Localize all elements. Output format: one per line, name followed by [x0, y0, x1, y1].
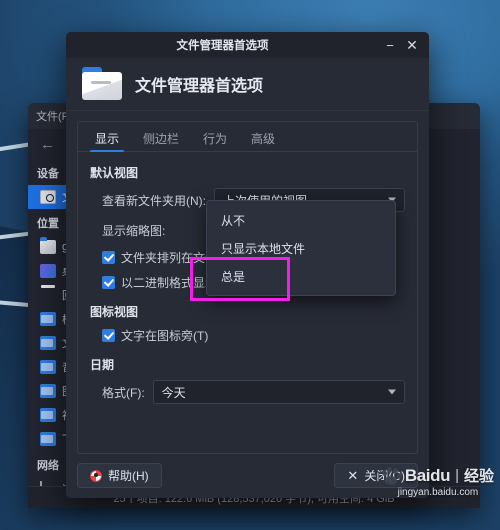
watermark-separator: | [455, 467, 459, 484]
combobox-value: 今天 [161, 385, 186, 400]
close-window-button[interactable]: ✕ [401, 34, 423, 56]
folder-icon [82, 67, 122, 100]
tab-advanced[interactable]: 高级 [240, 125, 286, 151]
section-title-default-view: 默认视图 [90, 166, 139, 180]
folder-blue-icon [40, 336, 56, 350]
text-beside-icons-checkbox[interactable] [102, 329, 115, 342]
folder-white-icon [40, 237, 56, 254]
section-title-icon-view: 图标视图 [90, 305, 139, 319]
date-format-combobox[interactable]: 今天 [152, 380, 405, 404]
field-label: 格式(F): [102, 385, 145, 400]
watermark-brand-cn: 经验 [463, 468, 494, 485]
page-title: 文件管理器首选项 [135, 77, 264, 95]
folder-blue-icon [40, 312, 56, 326]
help-button[interactable]: 帮助(H) [77, 463, 162, 488]
dialog-header: 文件管理器首选项 [66, 58, 429, 111]
field-label: 查看新文件夹用(N): [102, 193, 206, 208]
field-label: 显示缩略图: [102, 224, 166, 238]
disk-icon [40, 190, 56, 204]
field-date-format: 格式(F): 今天 [102, 380, 405, 404]
dropdown-option-always[interactable]: 总是 [207, 262, 395, 290]
watermark-url: jingyan.baidu.com [397, 487, 479, 498]
folders-first-checkbox[interactable] [102, 251, 115, 264]
dialog-titlebar[interactable]: 文件管理器首选项 − ✕ [66, 32, 429, 58]
x-icon: ✕ [347, 467, 359, 483]
dialog-title: 文件管理器首选项 [176, 40, 269, 52]
baidu-watermark: Baidu | 经验 jingyan.baidu.com [381, 465, 494, 498]
tab-bar[interactable]: 显示 侧边栏 行为 高级 [78, 122, 417, 152]
display-tab-panel: 默认视图 查看新文件夹用(N): 上次使用的视图 显示缩略图: 文件夹排列在文件 [78, 152, 417, 453]
tab-display[interactable]: 显示 [84, 125, 130, 152]
tab-behavior[interactable]: 行为 [192, 125, 238, 151]
watermark-brand: Baidu [404, 465, 451, 485]
folder-blue-icon [40, 432, 56, 446]
folder-blue-icon [40, 384, 56, 398]
chevron-down-icon [388, 389, 396, 395]
binary-format-checkbox[interactable] [102, 276, 115, 289]
minimize-button[interactable]: − [379, 34, 401, 56]
checkbox-label: 文字在图标旁(T) [121, 329, 209, 343]
folder-blue-icon [40, 360, 56, 374]
folder-purple-icon [40, 264, 56, 278]
help-button-label: 帮助(H) [108, 469, 149, 483]
checkbox-label: 文件夹排列在文件 [121, 251, 218, 265]
folder-blue-icon [40, 408, 56, 422]
dropdown-option-never[interactable]: 从不 [207, 206, 395, 234]
checkbox-label: 以二进制格式显示 [121, 276, 218, 290]
dropdown-option-local-only[interactable]: 只显示本地文件 [207, 234, 395, 262]
paw-icon [381, 466, 404, 485]
checkbox-row-text-beside-icons[interactable]: 文字在图标旁(T) [102, 327, 405, 344]
dialog-footer: 帮助(H) ✕ 关闭(C) [66, 454, 429, 498]
section-title-date: 日期 [90, 358, 115, 372]
tab-sidebar[interactable]: 侧边栏 [132, 125, 190, 151]
lifebuoy-icon [90, 469, 102, 482]
thumbnails-dropdown-popup[interactable]: 从不 只显示本地文件 总是 [206, 200, 396, 296]
